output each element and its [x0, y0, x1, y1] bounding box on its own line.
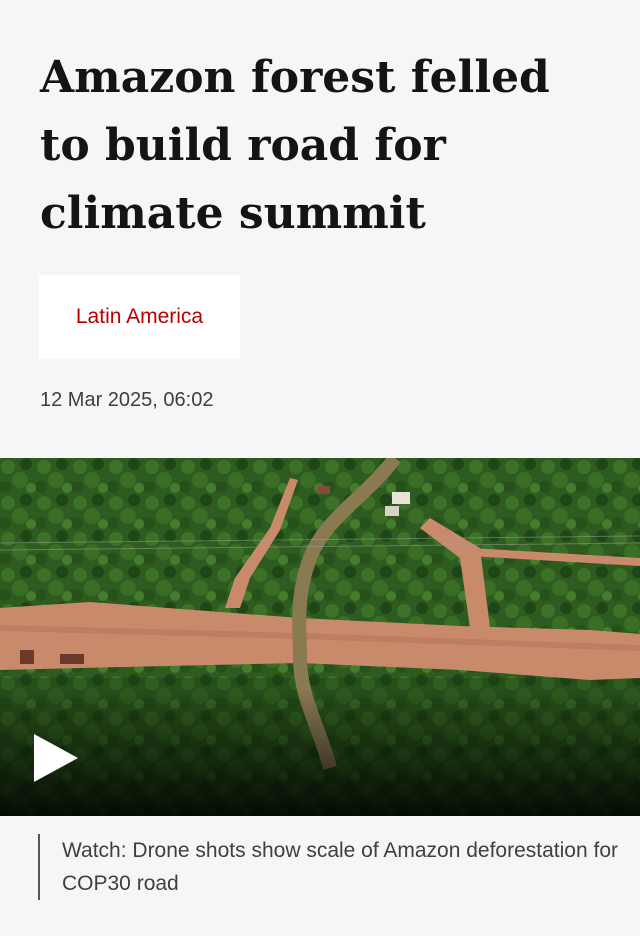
article-header: Amazon forest felled to build road for c… — [0, 0, 640, 458]
play-button[interactable] — [30, 730, 82, 786]
aerial-forest-image — [0, 458, 640, 816]
video-caption: Watch: Drone shots show scale of Amazon … — [38, 834, 622, 900]
topic-tag-label: Latin America — [75, 305, 204, 328]
article-headline: Amazon forest felled to build road for c… — [40, 52, 550, 239]
play-icon — [34, 734, 78, 782]
article-timestamp: 12 Mar 2025, 06:02 — [40, 389, 214, 411]
topic-tag-button[interactable]: Latin America — [39, 275, 240, 359]
video-player[interactable] — [0, 458, 640, 816]
